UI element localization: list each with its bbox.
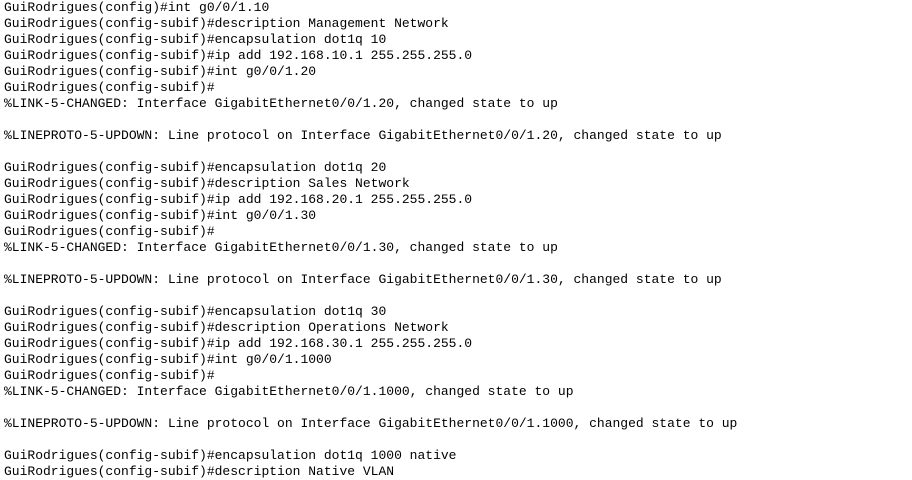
terminal-log-message: %LINK-5-CHANGED: Interface GigabitEthern… [4,384,574,399]
terminal-line: GuiRodrigues(config-subif)#encapsulation… [4,32,387,47]
terminal-line: GuiRodrigues(config-subif)#int g0/0/1.10… [4,352,332,367]
terminal-line: GuiRodrigues(config-subif)# [4,224,215,239]
terminal-line: GuiRodrigues(config-subif)#encapsulation… [4,448,457,463]
terminal-log-message: %LINK-5-CHANGED: Interface GigabitEthern… [4,240,558,255]
terminal-line: GuiRodrigues(config-subif)#int g0/0/1.20 [4,64,317,79]
terminal-line: GuiRodrigues(config-subif)# [4,80,215,95]
terminal-line: GuiRodrigues(config-subif)#encapsulation… [4,160,387,175]
terminal-log-message: %LINEPROTO-5-UPDOWN: Line protocol on In… [4,416,738,431]
terminal-console-output[interactable]: GuiRodrigues(config)#int g0/0/1.10 GuiRo… [0,0,912,479]
terminal-line: GuiRodrigues(config-subif)#encapsulation… [4,304,387,319]
terminal-line: GuiRodrigues(config-subif)#ip add 192.16… [4,48,473,63]
terminal-line: GuiRodrigues(config-subif)#description M… [4,16,449,31]
terminal-log-message: %LINEPROTO-5-UPDOWN: Line protocol on In… [4,128,722,143]
terminal-line: GuiRodrigues(config-subif)#ip add 192.16… [4,336,473,351]
terminal-log-message: %LINK-5-CHANGED: Interface GigabitEthern… [4,96,558,111]
terminal-line: GuiRodrigues(config-subif)#int g0/0/1.30 [4,208,317,223]
terminal-line: GuiRodrigues(config-subif)# [4,368,215,383]
terminal-line: GuiRodrigues(config-subif)#ip add 192.16… [4,192,473,207]
terminal-log-message: %LINEPROTO-5-UPDOWN: Line protocol on In… [4,272,722,287]
terminal-line: GuiRodrigues(config-subif)#description S… [4,176,410,191]
terminal-line: GuiRodrigues(config-subif)#description O… [4,320,449,335]
terminal-line: GuiRodrigues(config)#int g0/0/1.10 [4,0,270,15]
